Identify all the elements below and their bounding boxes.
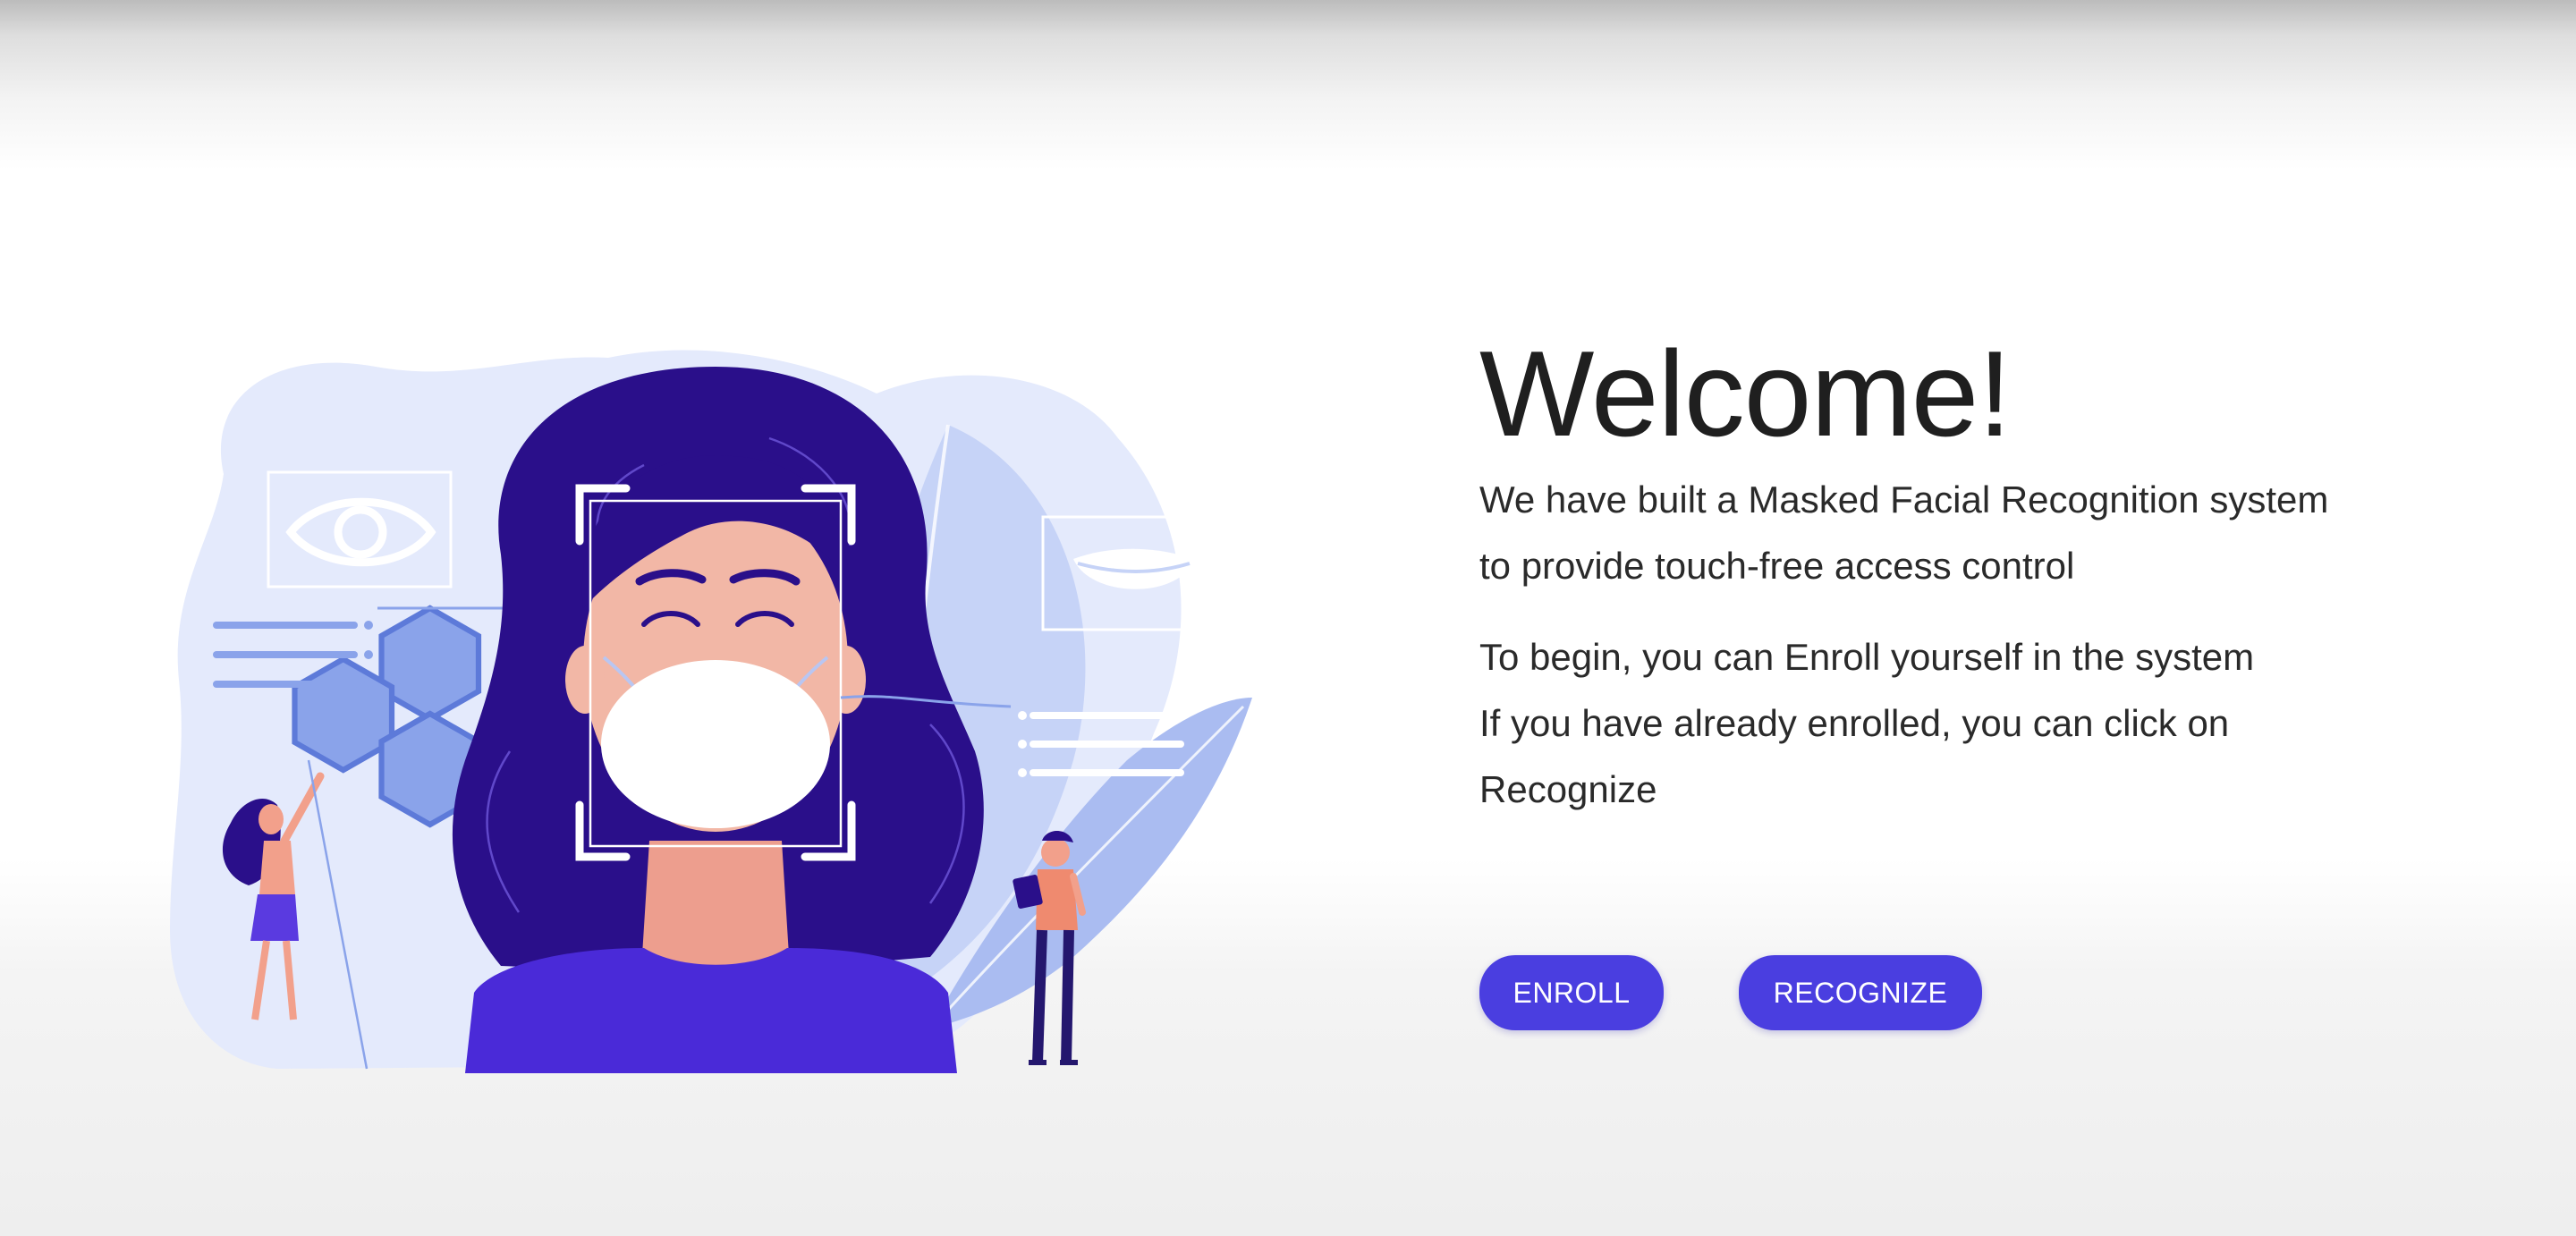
instruction-line-2: If you have already enrolled, you can cl… (1479, 702, 2230, 744)
intro-text: We have built a Masked Facial Recognitio… (1479, 467, 2463, 599)
illustration-svg (170, 350, 1252, 1073)
welcome-panel: Welcome! We have built a Masked Facial R… (1479, 322, 2463, 823)
intro-line-1: We have built a Masked Facial Recognitio… (1479, 478, 2329, 521)
instruction-line-1: To begin, you can Enroll yourself in the… (1479, 636, 2255, 678)
woman-shirt (465, 948, 957, 1073)
face-recognition-illustration (143, 340, 1324, 1091)
instruction-line-3: Recognize (1479, 768, 1657, 810)
face-mask (601, 660, 830, 828)
enroll-button[interactable]: ENROLL (1479, 955, 1664, 1030)
intro-line-2: to provide touch-free access control (1479, 545, 2075, 587)
action-buttons: ENROLL RECOGNIZE (1479, 955, 1982, 1030)
instruction-text: To begin, you can Enroll yourself in the… (1479, 624, 2463, 823)
recognize-button[interactable]: RECOGNIZE (1739, 955, 1982, 1030)
page-title: Welcome! (1479, 326, 2012, 461)
